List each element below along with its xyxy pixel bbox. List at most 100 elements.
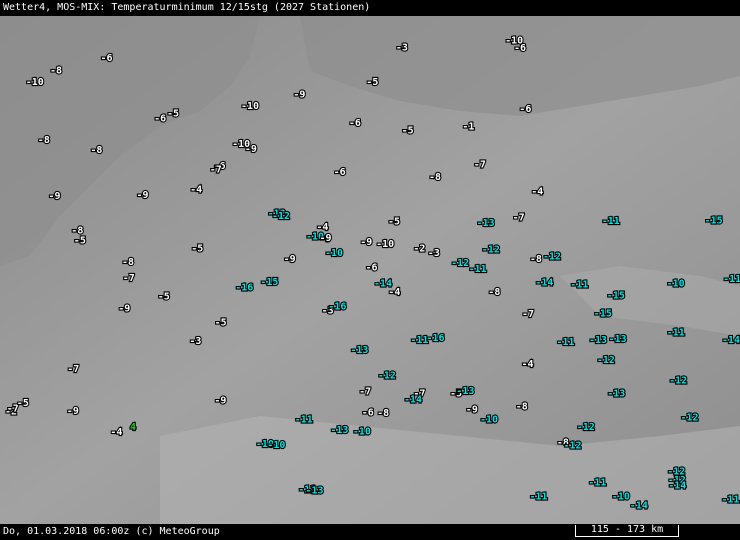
- station-temperature: 4: [130, 422, 136, 433]
- station-temperature: -7: [474, 160, 486, 171]
- station-temperature: -8: [90, 145, 102, 156]
- station-temperature: -11: [530, 492, 548, 503]
- station-temperature: -9: [67, 406, 79, 417]
- station-temperature: -11: [723, 274, 740, 285]
- station-temperature: -7: [67, 364, 79, 375]
- station-temperature: -10: [376, 239, 394, 250]
- station-temperature: -6: [154, 114, 166, 125]
- map-canvas: -2-5-2-3-3-4-1-5-3-5-4-5-7-6-8-6 -7-8 -9-8…: [0, 16, 740, 524]
- station-temperature: -11: [469, 264, 487, 275]
- timestamp-credit: Do, 01.03.2018 06:00z (c) MeteoGroup: [3, 526, 220, 537]
- station-temperature: -3: [189, 336, 201, 347]
- station-temperature: -10: [325, 248, 343, 259]
- station-temperature: -5: [215, 317, 227, 328]
- station-temperature: -15: [594, 309, 612, 320]
- station-temperature: -11: [667, 328, 685, 339]
- station-temperature: -9: [49, 191, 61, 202]
- station-temperature: -12: [564, 440, 582, 451]
- footer-bar: Do, 01.03.2018 06:00z (c) MeteoGroup 115…: [0, 524, 740, 540]
- station-temperature: -12: [451, 258, 469, 269]
- station-temperature: -5: [402, 126, 414, 137]
- station-temperature: -13: [589, 335, 607, 346]
- station-temperature: -8: [377, 408, 389, 419]
- station-temperature: -14: [630, 500, 648, 511]
- station-temperature: -7: [359, 386, 371, 397]
- station-temperature: -8: [429, 172, 441, 183]
- station-temperature: -6: [349, 118, 361, 129]
- station-temperature: -4: [190, 184, 202, 195]
- weather-map: -2 -5 -2 -3 -3 -4 -1 -5 -3 -5 -4 -5 -7 -6 -8 -6 -7 -8 -9 -8…: [0, 16, 740, 524]
- station-temperature: -7: [522, 309, 534, 320]
- station-temperature: -9: [118, 304, 130, 315]
- station-temperature: -8: [38, 135, 50, 146]
- station-temperature: -12: [482, 245, 500, 256]
- station-temperature: -6: [362, 407, 374, 418]
- station-temperature: -13: [306, 486, 324, 497]
- station-temperature: -16: [235, 283, 253, 294]
- station-temperature: -6: [334, 167, 346, 178]
- station-temperature: -8: [530, 254, 542, 265]
- station-temperature: -13: [607, 388, 625, 399]
- station-temperature: -9: [137, 190, 149, 201]
- station-temperature: -12: [597, 355, 615, 366]
- station-temperature: -2: [413, 244, 425, 255]
- station-temperature: -1: [462, 122, 474, 133]
- station-temperature: -10: [26, 77, 44, 88]
- station-temperature: -6: [366, 263, 378, 274]
- station-temperature: -11: [588, 478, 606, 489]
- station-temperature: -12: [272, 211, 290, 222]
- scale-bar: 115 - 173 km: [575, 524, 679, 537]
- station-temperature: -9: [293, 90, 305, 101]
- station-temperature: -5: [167, 108, 179, 119]
- station-temperature: -6: [101, 53, 113, 64]
- station-temperature: -10: [480, 415, 498, 426]
- station-temperature: -9: [214, 396, 226, 407]
- station-temperature: -14: [404, 395, 422, 406]
- station-temperature: -4: [531, 187, 543, 198]
- station-temperature: -12: [669, 376, 687, 387]
- station-temperature: -15: [260, 277, 278, 288]
- station-temperature: -13: [477, 218, 495, 229]
- station-temperature: -5: [17, 398, 29, 409]
- station-temperature: -10: [232, 139, 250, 150]
- station-temperature: -13: [609, 334, 627, 345]
- station-temperature: -11: [570, 279, 588, 290]
- station-temperature: -11: [295, 414, 313, 425]
- station-temperature: -12: [543, 251, 561, 262]
- station-temperature: -9: [466, 405, 478, 416]
- map-title: Wetter4, MOS-MIX: Temperaturminimum 12/1…: [3, 2, 371, 13]
- station-temperature: -13: [350, 345, 368, 356]
- station-temperature: -10: [612, 492, 630, 503]
- station-temperature: -8: [516, 402, 528, 413]
- station-temperature: -16: [328, 302, 346, 313]
- station-temperature: -15: [607, 291, 625, 302]
- station-temperature: -8: [50, 66, 62, 77]
- station-temperature: -8: [488, 287, 500, 298]
- station-temperature: -14: [668, 480, 686, 491]
- station-temperature: -12: [681, 412, 699, 423]
- station-temperature: -12: [577, 422, 595, 433]
- station-temperature: -14: [374, 279, 392, 290]
- station-temperature: -11: [602, 216, 620, 227]
- station-temperature: -5: [158, 292, 170, 303]
- station-temperature: -4: [110, 427, 122, 438]
- scale-label: 115 - 173 km: [590, 524, 664, 535]
- station-temperature: -10: [505, 36, 523, 47]
- station-temperature: -7: [123, 273, 135, 284]
- station-temperature: -5: [366, 77, 378, 88]
- station-temperature: -3: [396, 43, 408, 54]
- station-temperature: -3: [428, 248, 440, 259]
- station-temperature: -10: [667, 279, 685, 290]
- station-temperature: -4: [316, 222, 328, 233]
- station-temperature: -12: [378, 371, 396, 382]
- station-temperature: -6: [519, 104, 531, 115]
- station-temperature: -9: [320, 233, 332, 244]
- station-temperature: -15: [705, 216, 723, 227]
- station-temperature: -14: [535, 277, 553, 288]
- station-temperature: -4: [522, 359, 534, 370]
- station-temperature: -9: [284, 254, 296, 265]
- station-temperature: -14: [722, 335, 740, 346]
- map-window: Wetter4, MOS-MIX: Temperaturminimum 12/1…: [0, 0, 740, 540]
- station-temperature: -11: [721, 494, 739, 505]
- title-bar: Wetter4, MOS-MIX: Temperaturminimum 12/1…: [0, 0, 740, 16]
